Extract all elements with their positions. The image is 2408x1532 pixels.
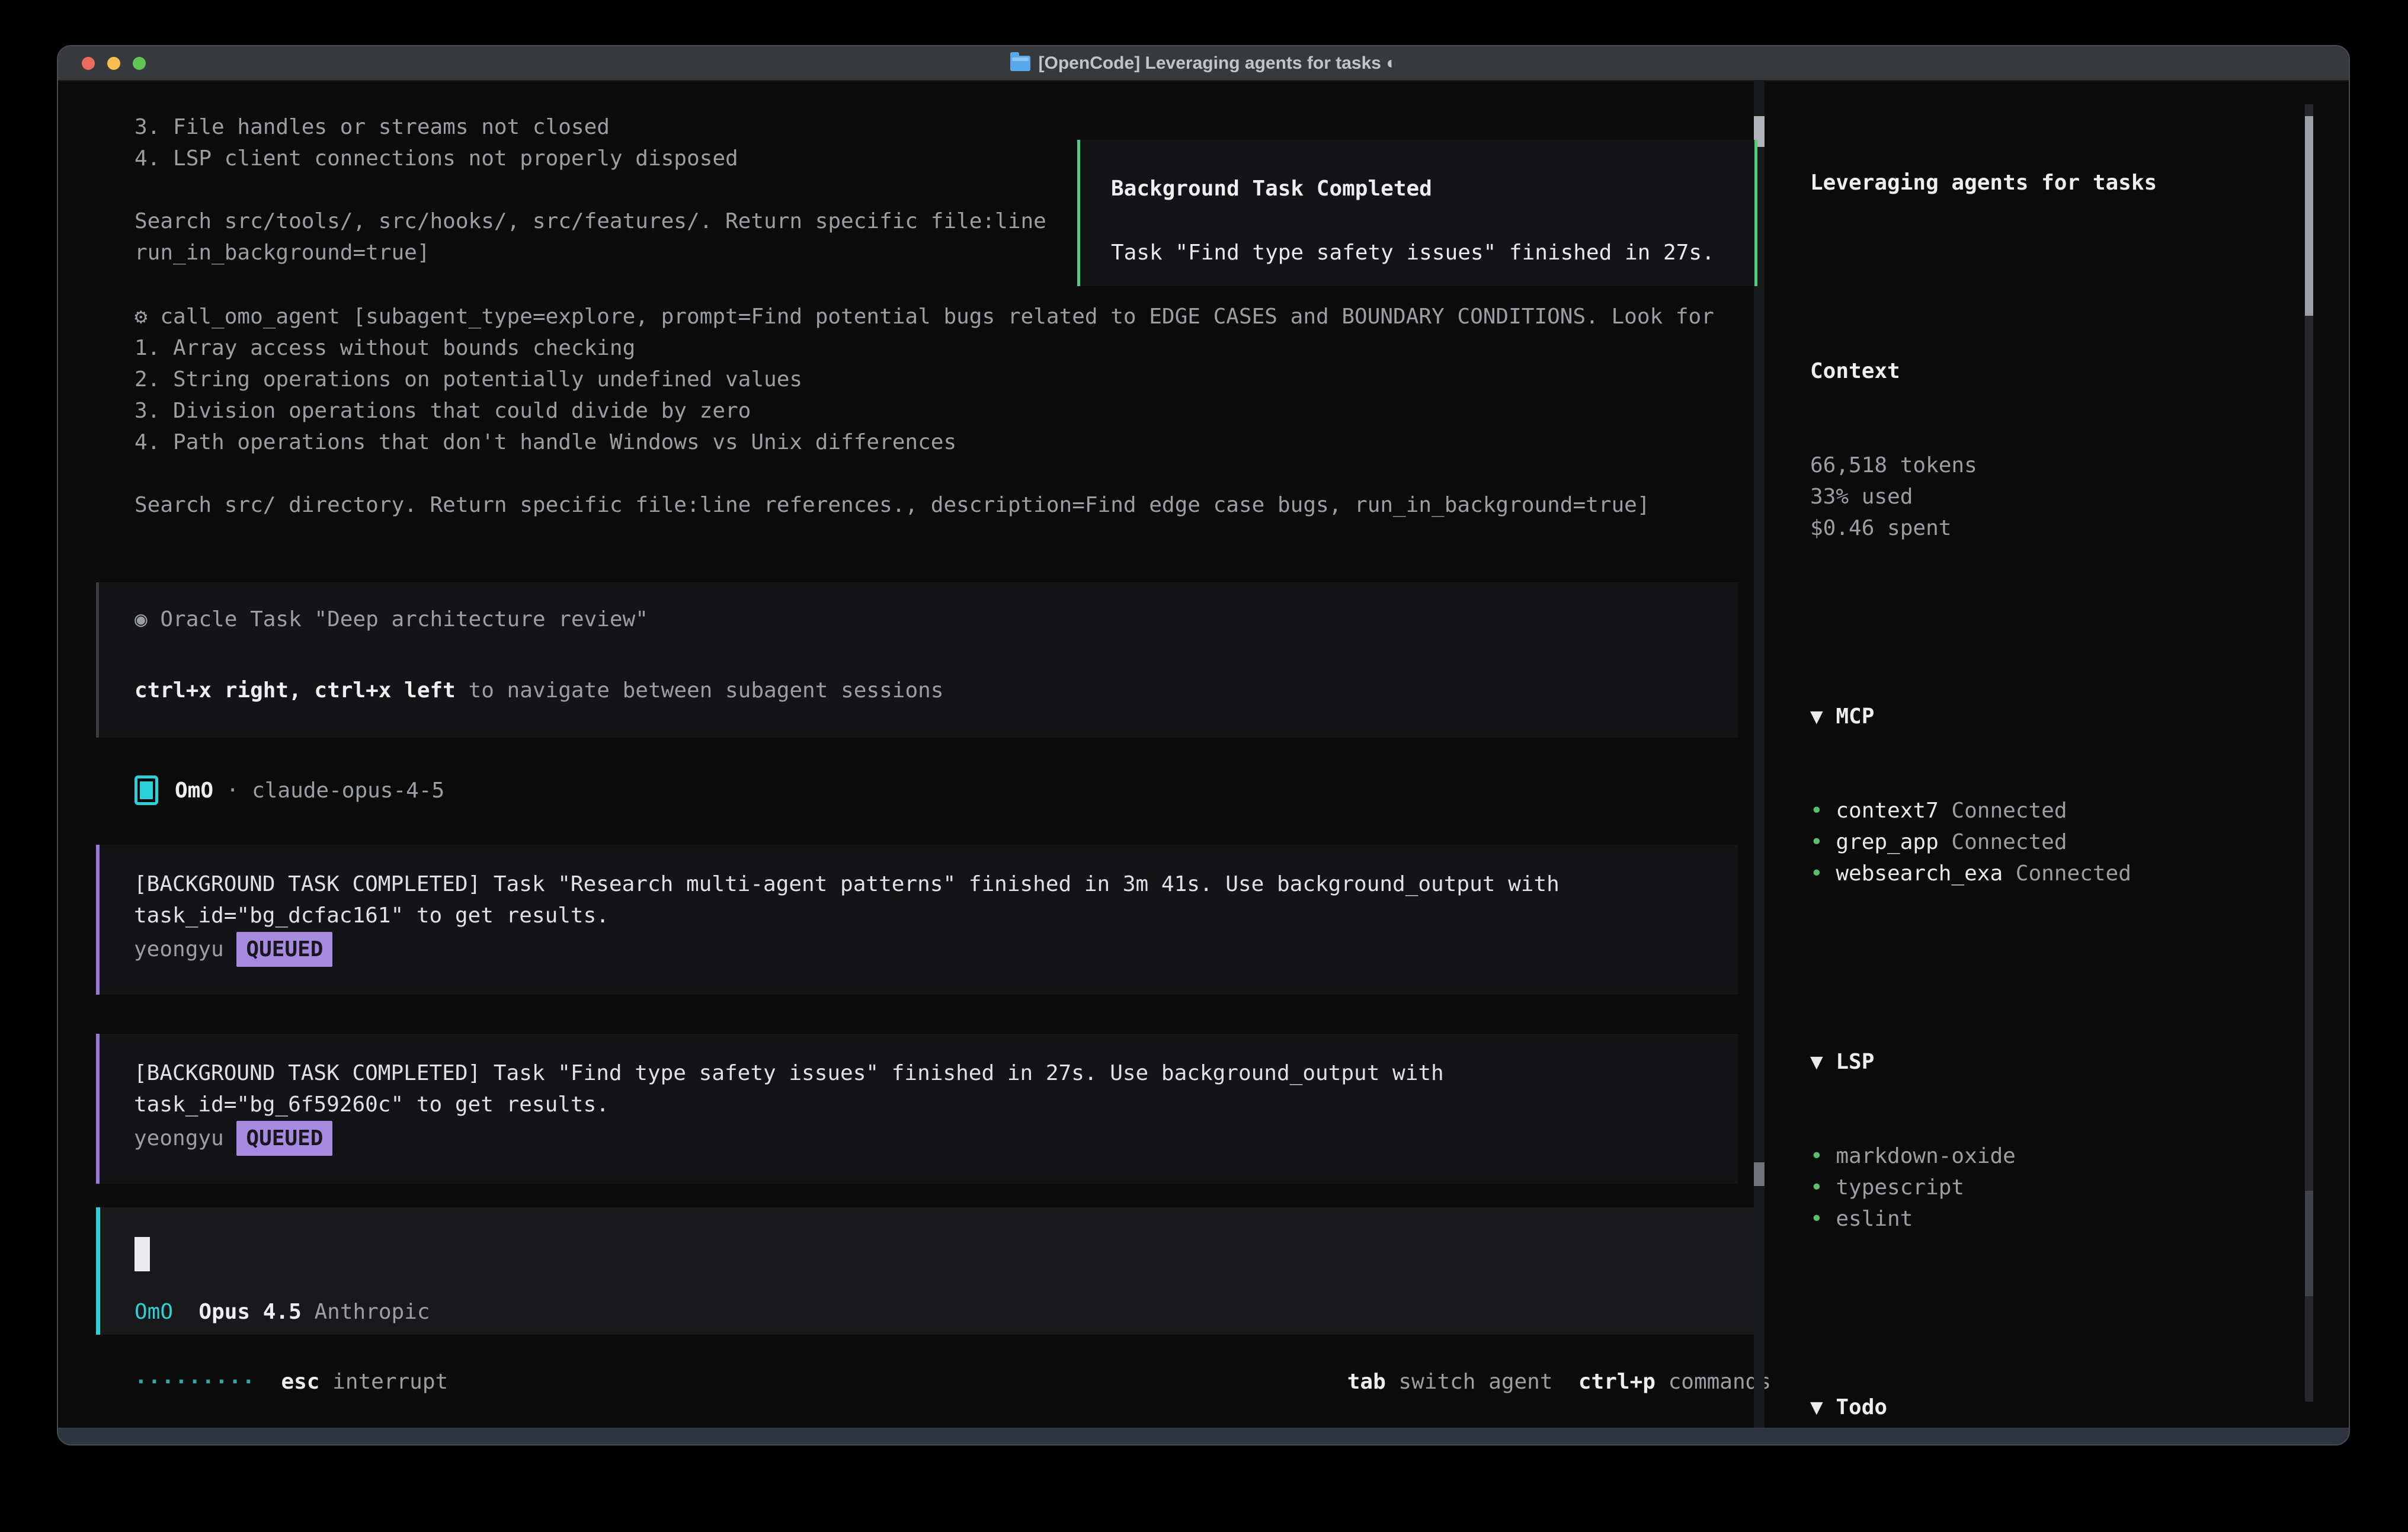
zoom-button[interactable] [133, 57, 146, 70]
agent-icon [135, 775, 158, 805]
task-card-footer: yeongyu QUEUED [134, 1123, 332, 1154]
call-omo-agent-text: ⚙ call_omo_agent [subagent_type=explore,… [135, 301, 1714, 521]
context-stats: 66,518 tokens33% used$0.46 spent [1810, 450, 2308, 544]
text-cursor [135, 1237, 150, 1271]
task-card-text: [BACKGROUND TASK COMPLETED] Task "Resear… [134, 868, 1560, 931]
prompt-input[interactable]: OmO Opus 4.5 Anthropic [96, 1207, 1755, 1335]
task-card-research-patterns: [BACKGROUND TASK COMPLETED] Task "Resear… [96, 845, 1738, 995]
oracle-nav-hint: ctrl+x right, ctrl+x left to navigate be… [135, 675, 943, 706]
main-scrollbar-thumb-bottom[interactable] [1754, 1162, 1765, 1186]
task-card-footer: yeongyu QUEUED [134, 934, 332, 965]
task-card-type-safety: [BACKGROUND TASK COMPLETED] Task "Find t… [96, 1034, 1738, 1184]
context-header: Context [1810, 355, 2308, 387]
window-controls [82, 46, 146, 80]
minimize-button[interactable] [107, 57, 120, 70]
window-title: [OpenCode] Leveraging agents for tasks ◐ [1010, 53, 1397, 73]
status-right: tab switch agent ctrl+p commands [1347, 1366, 1771, 1398]
oracle-task-title: ◉ Oracle Task "Deep architecture review" [135, 604, 648, 635]
sidebar: Leveraging agents for tasks Context 66,5… [1810, 104, 2308, 1446]
background-task-toast: Background Task Completed Task "Find typ… [1077, 140, 1757, 286]
transcript-top-text: 3. File handles or streams not closed4. … [135, 111, 1046, 268]
agent-name-model: OmO · claude-opus-4-5 [175, 775, 444, 806]
opencode-window: [OpenCode] Leveraging agents for tasks ◐… [57, 45, 2350, 1446]
status-left: ········· esc interrupt [135, 1366, 448, 1398]
window-footer-strip [58, 1428, 2349, 1444]
mcp-list: • context7 Connected• grep_app Connected… [1810, 795, 2308, 889]
close-button[interactable] [82, 57, 95, 70]
oracle-task-card: ◉ Oracle Task "Deep architecture review"… [96, 582, 1738, 738]
sidebar-scrollbar[interactable] [2305, 104, 2313, 1402]
sidebar-scrollbar-thumb[interactable] [2305, 116, 2313, 316]
toast-title: Background Task Completed [1111, 173, 1432, 204]
window-title-text: [OpenCode] Leveraging agents for tasks ◐ [1039, 53, 1397, 73]
todo-section-header[interactable]: ▼ Todo [1810, 1392, 2308, 1423]
lsp-list: • markdown-oxide• typescript• eslint [1810, 1140, 2308, 1235]
model-indicator: OmO Opus 4.5 Anthropic [135, 1296, 430, 1328]
lsp-section-header[interactable]: ▼ LSP [1810, 1046, 2308, 1078]
toast-body: Task "Find type safety issues" finished … [1111, 237, 1715, 268]
folder-icon [1010, 56, 1030, 71]
sidebar-scrollbar-segment[interactable] [2305, 1191, 2313, 1296]
status-bar: ········· esc interrupt tab switch agent… [135, 1366, 1771, 1398]
titlebar: [OpenCode] Leveraging agents for tasks ◐ [58, 46, 2349, 81]
session-title: Leveraging agents for tasks [1810, 167, 2308, 198]
agent-header: OmO · claude-opus-4-5 [135, 774, 444, 807]
mcp-section-header[interactable]: ▼ MCP [1810, 701, 2308, 732]
task-card-text: [BACKGROUND TASK COMPLETED] Task "Find t… [134, 1057, 1444, 1120]
